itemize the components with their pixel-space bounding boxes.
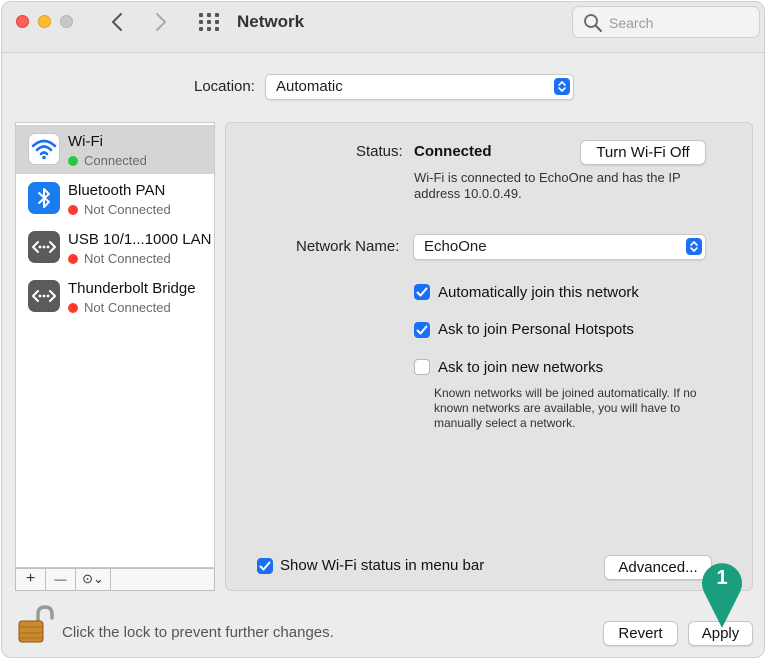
service-name: Bluetooth PAN [68, 182, 166, 199]
join-new-networks-label: Ask to join new networks [438, 359, 604, 376]
service-name: USB 10/1...1000 LAN [68, 231, 212, 248]
service-status: Connected [68, 153, 147, 168]
lock-icon[interactable] [16, 604, 54, 644]
network-service-list: Wi-Fi Connected Bluetooth PAN Not Connec… [15, 122, 215, 568]
minimize-window-button[interactable] [38, 15, 51, 28]
network-name-popup[interactable]: EchoOne [413, 234, 706, 260]
forward-chevron-icon[interactable] [148, 10, 172, 34]
service-status: Not Connected [68, 202, 171, 217]
step-marker-number: 1 [716, 567, 728, 589]
location-label: Location: [194, 78, 255, 95]
search-icon [584, 14, 602, 32]
status-description: Wi-Fi is connected to EchoOne and has th… [414, 170, 681, 201]
auto-join-label: Automatically join this network [438, 284, 639, 301]
status-label: Status: [356, 143, 403, 160]
network-name-label: Network Name: [296, 238, 400, 255]
personal-hotspots-label: Ask to join Personal Hotspots [438, 321, 634, 338]
service-usb-lan[interactable]: USB 10/1...1000 LAN Not Connected [16, 223, 214, 272]
network-name-value: EchoOne [424, 238, 487, 255]
search-field[interactable] [572, 6, 760, 38]
service-wifi[interactable]: Wi-Fi Connected [16, 125, 214, 174]
close-window-button[interactable] [16, 15, 29, 28]
personal-hotspots-checkbox[interactable] [414, 322, 430, 338]
checkmark-icon [259, 561, 271, 571]
join-new-networks-checkbox[interactable] [414, 359, 430, 375]
service-bluetooth-pan[interactable]: Bluetooth PAN Not Connected [16, 174, 214, 223]
bluetooth-icon [28, 182, 60, 214]
known-networks-note: Known networks will be joined automatica… [434, 386, 697, 430]
status-dot [68, 205, 78, 215]
status-dot [68, 303, 78, 313]
remove-service-button[interactable]: — [46, 569, 76, 590]
window-title: Network [237, 12, 305, 31]
checkmark-icon [416, 287, 428, 297]
show-all-grid-icon[interactable] [198, 12, 220, 32]
popup-arrows-icon [554, 78, 570, 95]
ethernet-icon [28, 280, 60, 312]
advanced-button[interactable]: Advanced... [604, 555, 712, 580]
status-dot [68, 254, 78, 264]
service-list-toolbar: + — ⊙⌄ [15, 568, 215, 591]
show-wifi-status-label: Show Wi-Fi status in menu bar [280, 557, 485, 574]
title-bar: Network [2, 2, 764, 53]
wifi-icon [28, 133, 60, 165]
service-name: Thunderbolt Bridge [68, 280, 196, 297]
checkmark-icon [416, 325, 428, 335]
turn-wifi-off-button[interactable]: Turn Wi-Fi Off [580, 140, 706, 165]
location-popup[interactable]: Automatic [265, 74, 574, 100]
revert-button[interactable]: Revert [603, 621, 678, 646]
step-marker-pin: 1 [700, 560, 744, 630]
network-preferences-window: Network Location: Automatic [1, 1, 765, 658]
status-dot [68, 156, 78, 166]
service-thunderbolt-bridge[interactable]: Thunderbolt Bridge Not Connected [16, 272, 214, 321]
service-status: Not Connected [68, 251, 171, 266]
service-status: Not Connected [68, 300, 171, 315]
ethernet-icon [28, 231, 60, 263]
auto-join-checkbox[interactable] [414, 284, 430, 300]
action-menu-button[interactable]: ⊙⌄ [76, 569, 111, 590]
lock-description: Click the lock to prevent further change… [62, 624, 334, 641]
add-service-button[interactable]: + [16, 569, 46, 590]
zoom-window-button[interactable] [60, 15, 73, 28]
service-name: Wi-Fi [68, 133, 103, 150]
popup-arrows-icon [686, 238, 702, 255]
location-value: Automatic [276, 78, 343, 95]
show-wifi-status-checkbox[interactable] [257, 558, 273, 574]
back-chevron-icon[interactable] [106, 10, 130, 34]
status-value: Connected [414, 143, 492, 160]
search-input[interactable] [607, 12, 751, 34]
